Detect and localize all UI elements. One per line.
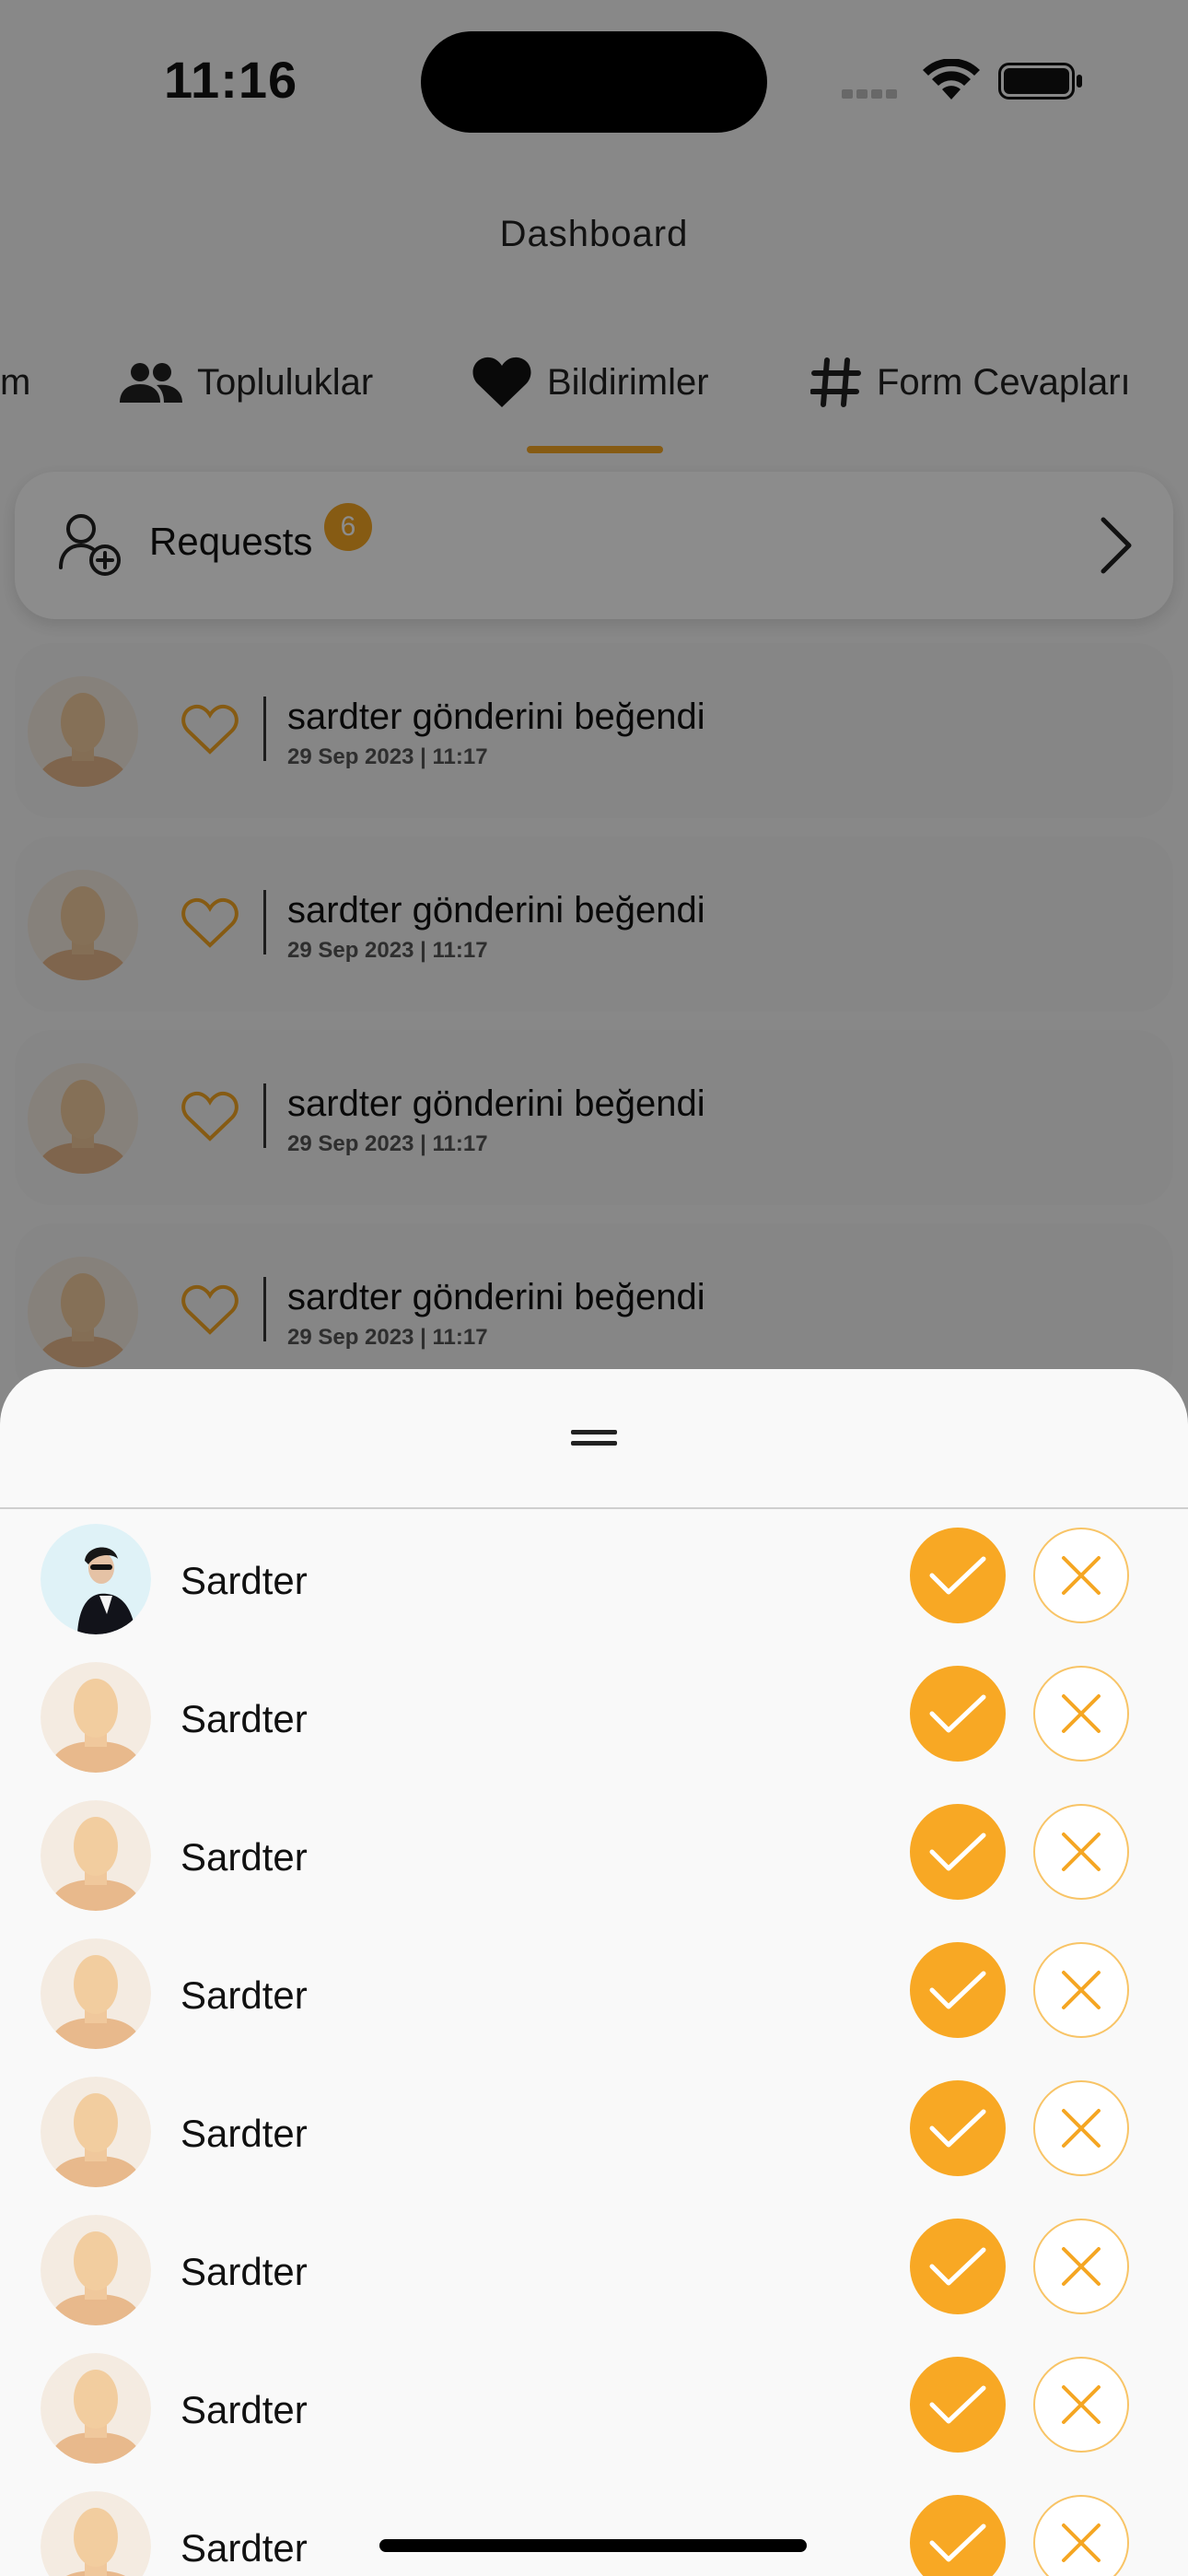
requests-bottom-sheet: Sardter Sardter Sardter Sardter Sardter … (0, 1369, 1188, 2576)
avatar-placeholder-icon (41, 2215, 151, 2325)
avatar-placeholder-icon (41, 2491, 151, 2576)
drag-handle-icon[interactable] (569, 1426, 619, 1450)
reject-button[interactable] (1033, 1942, 1129, 2038)
checkmark-icon (929, 1556, 986, 1595)
accept-button[interactable] (910, 2219, 1006, 2314)
request-row: Sardter (0, 1524, 1188, 1662)
reject-button[interactable] (1033, 2219, 1129, 2314)
accept-button[interactable] (910, 2495, 1006, 2576)
accept-button[interactable] (910, 1666, 1006, 1762)
accept-button[interactable] (910, 1804, 1006, 1900)
requester-name: Sardter (181, 1835, 308, 1879)
avatar (41, 1524, 151, 1634)
close-icon (1062, 1832, 1101, 1871)
close-icon (1062, 1694, 1101, 1733)
accept-button[interactable] (910, 1528, 1006, 1623)
request-row: Sardter (0, 2491, 1188, 2576)
request-row: Sardter (0, 1662, 1188, 1800)
checkmark-icon (929, 2523, 986, 2562)
checkmark-icon (929, 2109, 986, 2148)
close-icon (1062, 2109, 1101, 2148)
requester-name: Sardter (181, 2112, 308, 2155)
avatar-placeholder-icon (41, 1800, 151, 1911)
checkmark-icon (929, 1694, 986, 1733)
accept-button[interactable] (910, 2080, 1006, 2176)
divider (0, 1507, 1188, 1509)
avatar-placeholder-icon (41, 1662, 151, 1773)
accept-button[interactable] (910, 1942, 1006, 2038)
avatar-placeholder-icon (41, 2077, 151, 2187)
request-row: Sardter (0, 2353, 1188, 2491)
reject-button[interactable] (1033, 2357, 1129, 2453)
close-icon (1062, 1971, 1101, 2009)
reject-button[interactable] (1033, 1804, 1129, 1900)
home-indicator (379, 2539, 807, 2552)
accept-button[interactable] (910, 2357, 1006, 2453)
requester-name: Sardter (181, 2388, 308, 2431)
close-icon (1062, 2247, 1101, 2286)
requester-name: Sardter (181, 2250, 308, 2293)
requester-name: Sardter (181, 2526, 308, 2570)
avatar-placeholder-icon (41, 1938, 151, 2049)
checkmark-icon (929, 2385, 986, 2424)
close-icon (1062, 2523, 1101, 2562)
avatar-placeholder-icon (41, 2353, 151, 2464)
request-row: Sardter (0, 1800, 1188, 1938)
requester-name: Sardter (181, 1559, 308, 1602)
requester-name: Sardter (181, 1697, 308, 1740)
request-row: Sardter (0, 1938, 1188, 2077)
requester-name: Sardter (181, 1973, 308, 2017)
reject-button[interactable] (1033, 2080, 1129, 2176)
close-icon (1062, 1556, 1101, 1595)
request-row: Sardter (0, 2215, 1188, 2353)
reject-button[interactable] (1033, 2495, 1129, 2576)
checkmark-icon (929, 1832, 986, 1871)
reject-button[interactable] (1033, 1666, 1129, 1762)
checkmark-icon (929, 1971, 986, 2009)
request-row: Sardter (0, 2077, 1188, 2215)
checkmark-icon (929, 2247, 986, 2286)
reject-button[interactable] (1033, 1528, 1129, 1623)
close-icon (1062, 2385, 1101, 2424)
